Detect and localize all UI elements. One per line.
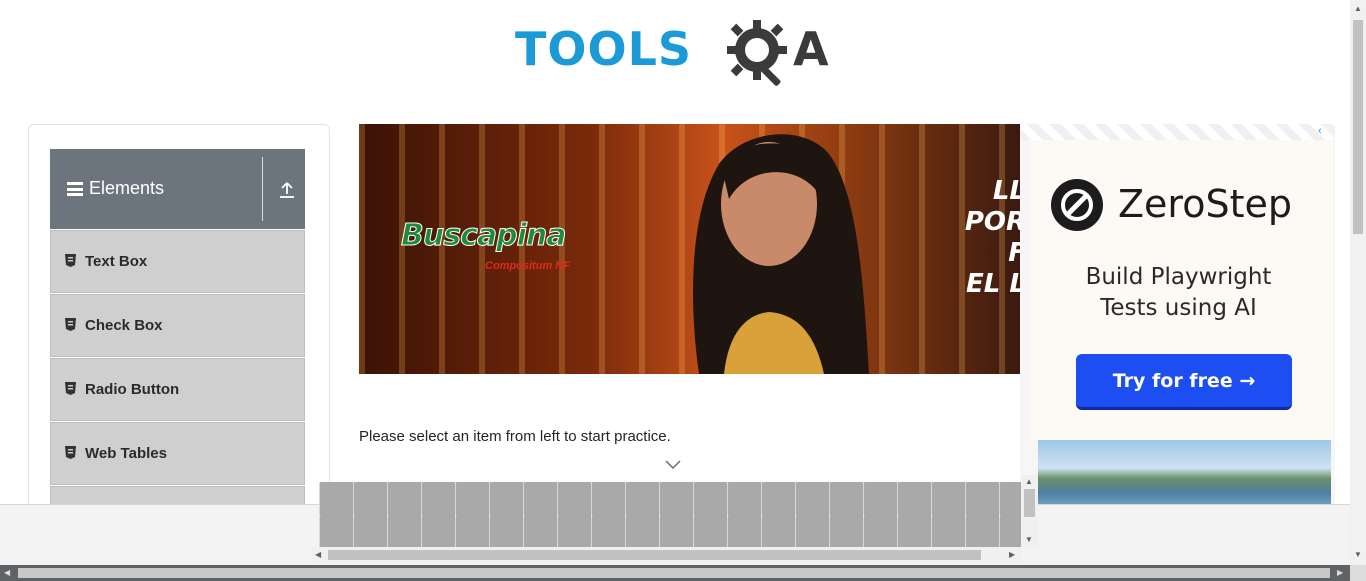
- sidebar-item-label: Text Box: [85, 253, 148, 270]
- sidebar-item-web-tables[interactable]: Web Tables: [50, 422, 305, 485]
- ad-headline-line: EL L: [966, 269, 1020, 299]
- collapse-arrow-icon[interactable]: [279, 181, 295, 199]
- scroll-down-arrow-icon[interactable]: ▼: [1354, 550, 1362, 560]
- page-vertical-scrollbar[interactable]: ▲ ▼: [1350, 0, 1366, 565]
- ad-brand-sub: Compositum NF: [485, 260, 570, 272]
- scroll-down-arrow-icon[interactable]: ▼: [1025, 535, 1033, 545]
- ad-vertical-scrollbar[interactable]: ▲ ▼: [1021, 475, 1038, 547]
- instruction-text: Please select an item from left to start…: [359, 428, 671, 445]
- ad-pattern: [1020, 124, 1335, 140]
- sidebar-item-check-box[interactable]: Check Box: [50, 294, 305, 357]
- tagline-line: Tests using AI: [1100, 295, 1257, 321]
- zerostep-tagline: Build Playwright Tests using AI: [1030, 262, 1327, 324]
- ad-headline-line: F: [965, 238, 1020, 269]
- group-divider: [262, 157, 263, 221]
- html5-icon: [65, 382, 76, 395]
- helicopter-photo: [1038, 440, 1331, 504]
- html5-icon: [65, 254, 76, 267]
- scroll-right-arrow-icon[interactable]: ▶: [1337, 568, 1343, 578]
- logo-suffix: A: [793, 22, 829, 76]
- scroll-left-arrow-icon[interactable]: ◀: [4, 568, 10, 578]
- hamburger-icon: [67, 182, 83, 196]
- html5-icon: [65, 318, 76, 331]
- sidebar-item-label: Check Box: [85, 317, 163, 334]
- page: TOOLS A Elements Text Box Check Box Radi…: [0, 0, 1350, 565]
- scroll-up-arrow-icon[interactable]: ▲: [1025, 477, 1033, 487]
- logo-text: TOOLS: [515, 22, 693, 76]
- ad-headline-line: LL: [992, 176, 1020, 206]
- html5-icon: [65, 446, 76, 459]
- ad-headline: LL POR F EL L: [965, 176, 1020, 300]
- zerostep-brand: ZeroStep: [1118, 182, 1292, 226]
- sidebar-item-text-box[interactable]: Text Box: [50, 230, 305, 293]
- side-ad[interactable]: ‹ ZeroStep Build Playwright Tests using …: [1020, 124, 1335, 504]
- group-title: Elements: [89, 178, 165, 198]
- page-horizontal-scrollbar[interactable]: ◀ ▶: [0, 565, 1350, 581]
- scroll-up-arrow-icon[interactable]: ▲: [1354, 4, 1362, 14]
- buscapina-logo: Buscapina Compositum NF: [400, 218, 569, 273]
- toolsqa-logo[interactable]: TOOLS A: [515, 16, 840, 92]
- sidebar-item-label: Radio Button: [85, 381, 180, 398]
- gear-magnifier-icon: [727, 20, 787, 86]
- scroll-right-arrow-icon[interactable]: ▶: [1009, 550, 1015, 560]
- sidebar-item-label: Web Tables: [85, 445, 167, 462]
- ad-vertical-scroll-thumb[interactable]: [1024, 489, 1035, 517]
- bottom-ad[interactable]: [319, 482, 1021, 547]
- scroll-left-arrow-icon[interactable]: ◀: [315, 550, 321, 560]
- sidebar: Elements Text Box Check Box Radio Button…: [28, 124, 330, 565]
- banner-ad[interactable]: Buscapina Compositum NF LL POR F EL L: [359, 124, 1020, 374]
- try-for-free-button[interactable]: Try for free →: [1076, 354, 1292, 410]
- zerostep-card[interactable]: ZeroStep Build Playwright Tests using AI…: [1030, 140, 1333, 440]
- adchoices-icon[interactable]: ‹: [1318, 125, 1328, 137]
- ad-woman-image: [693, 134, 869, 374]
- tagline-line: Build Playwright: [1085, 264, 1272, 290]
- page-vertical-scroll-thumb[interactable]: [1353, 20, 1363, 234]
- ad-brand: Buscapina: [400, 218, 566, 254]
- ad-horizontal-scrollbar[interactable]: ◀ ▶: [312, 547, 1021, 563]
- sidebar-item-radio-button[interactable]: Radio Button: [50, 358, 305, 421]
- zerostep-logo-icon: [1051, 179, 1103, 231]
- elements-group-header[interactable]: Elements: [50, 149, 305, 229]
- ad-horizontal-scroll-thumb[interactable]: [328, 550, 981, 560]
- chevron-down-icon[interactable]: [665, 460, 681, 470]
- page-horizontal-scroll-thumb[interactable]: [18, 568, 1330, 578]
- ad-headline-line: POR: [964, 207, 1020, 237]
- scrollbar-corner: [1350, 565, 1366, 581]
